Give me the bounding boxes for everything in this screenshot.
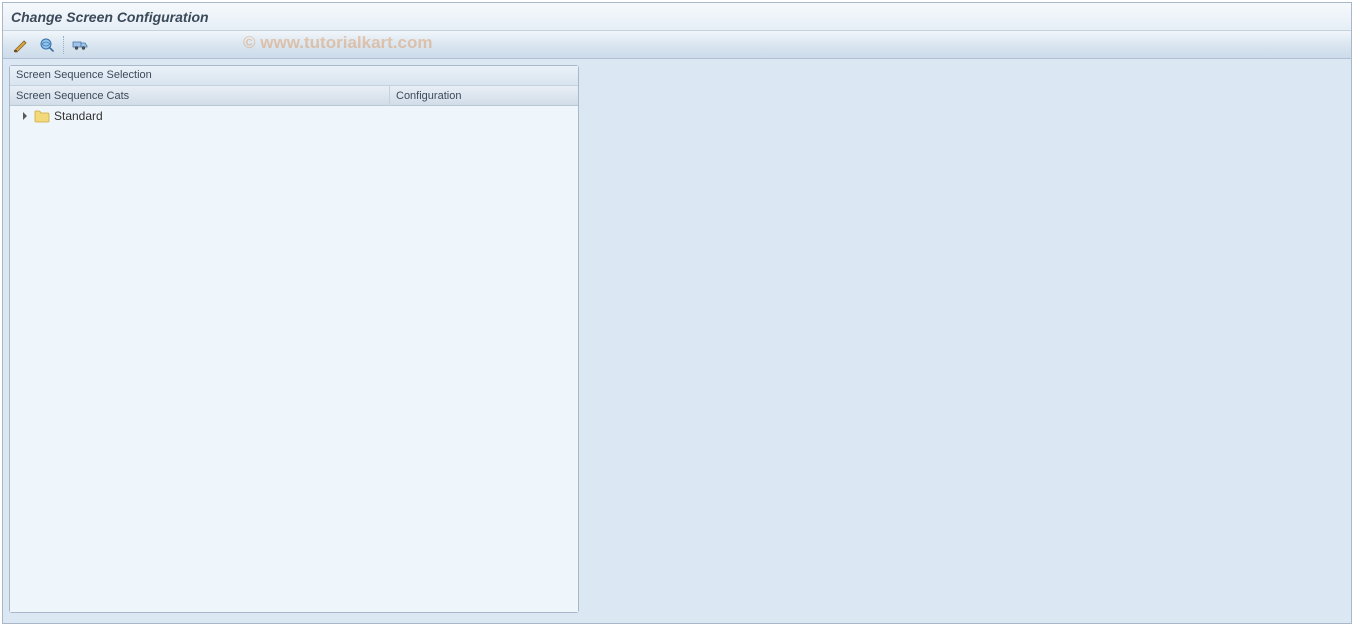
expand-collapse-toggle[interactable] [20,111,30,121]
column-header-cats[interactable]: Screen Sequence Cats [10,86,390,105]
folder-icon [34,109,50,123]
title-bar: Change Screen Configuration [3,3,1351,31]
tree-column-header: Screen Sequence Cats Configuration [10,86,578,106]
tree-cell-cats: Standard [10,109,390,123]
screen-sequence-panel: Screen Sequence Selection Screen Sequenc… [9,65,579,613]
page-title: Change Screen Configuration [11,9,209,25]
tree-body[interactable]: Standard [10,106,578,612]
toolbar: © www.tutorialkart.com [3,31,1351,59]
tree-node-label: Standard [54,109,103,123]
tree-row[interactable]: Standard [10,106,578,126]
magnifier-world-icon [39,37,55,53]
transport-truck-icon [72,37,88,53]
toolbar-separator [63,36,64,54]
chevron-right-icon [21,112,29,120]
column-header-configuration[interactable]: Configuration [390,86,578,105]
panel-title: Screen Sequence Selection [10,66,578,86]
content-area: Screen Sequence Selection Screen Sequenc… [3,59,1351,623]
pencil-glasses-icon [13,37,29,53]
display-change-toggle[interactable] [11,35,31,55]
transport-button[interactable] [70,35,90,55]
where-used-button[interactable] [37,35,57,55]
watermark-text: © www.tutorialkart.com [243,33,432,53]
app-frame: Change Screen Configuration [2,2,1352,624]
